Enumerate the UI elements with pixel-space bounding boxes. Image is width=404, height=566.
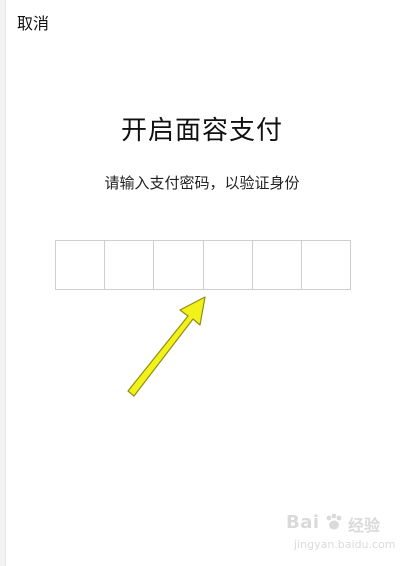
left-edge-strip	[0, 0, 6, 566]
password-input[interactable]	[55, 240, 351, 290]
instruction-text: 请输入支付密码，以验证身份	[104, 174, 300, 192]
password-digit-box-5[interactable]	[253, 241, 302, 289]
password-digit-box-3[interactable]	[154, 241, 204, 289]
password-digit-box-2[interactable]	[105, 241, 155, 289]
password-digit-box-6[interactable]	[302, 241, 350, 289]
watermark-cn-text: 经验	[348, 516, 381, 535]
cancel-button[interactable]: 取消	[17, 14, 49, 34]
page-title: 开启面容支付	[120, 116, 283, 146]
watermark-brand-text: Bai	[286, 512, 320, 533]
password-digit-box-1[interactable]	[56, 241, 106, 289]
baidu-jingyan-watermark: Bai 经验 jingyan.baidu.com	[286, 512, 396, 562]
watermark-url: jingyan.baidu.com	[294, 538, 396, 551]
password-digit-box-4[interactable]	[204, 241, 253, 289]
yellow-arrow-annotation	[127, 296, 206, 397]
paw-icon	[326, 513, 342, 530]
